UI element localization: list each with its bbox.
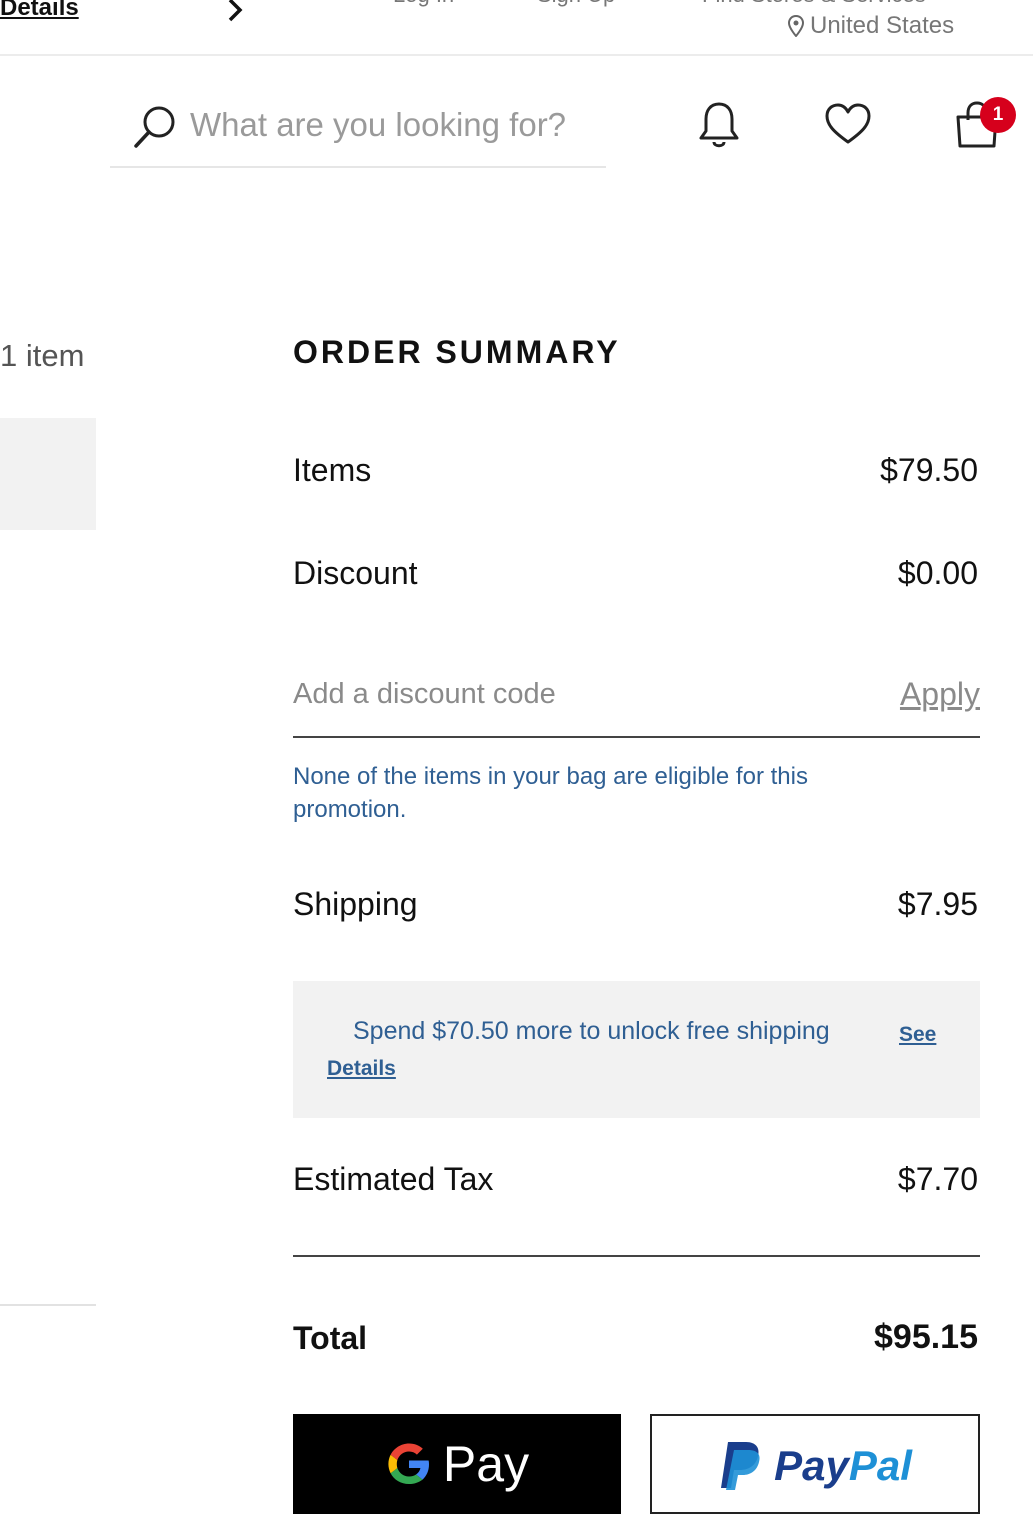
- discount-label: Discount: [293, 555, 418, 591]
- promo-ineligible-message: None of the items in your bag are eligib…: [293, 763, 808, 823]
- total-value: $95.15: [874, 1318, 978, 1356]
- details-link-2[interactable]: Details: [327, 1057, 396, 1081]
- free-shipping-banner: Spend $70.50 more to unlock free shippin…: [293, 981, 980, 1118]
- estimated-tax-label: Estimated Tax: [293, 1161, 494, 1197]
- top-utility-bar: Details Log In Sign Up Find Stores & Ser…: [0, 0, 1033, 56]
- apply-button[interactable]: Apply: [900, 676, 980, 713]
- paypal-button[interactable]: PayPal: [650, 1414, 980, 1514]
- wishlist-heart-icon[interactable]: [824, 102, 872, 151]
- bag-item-count: 1 item: [0, 338, 85, 373]
- google-pay-label: Pay: [442, 1436, 530, 1492]
- location-label: United States: [810, 12, 955, 39]
- shipping-value: $7.95: [897, 886, 978, 922]
- login-link[interactable]: Log In: [393, 0, 454, 8]
- free-shipping-message: Spend $70.50 more to unlock free shippin…: [353, 1017, 830, 1045]
- find-stores-link[interactable]: Find Stores & Services: [702, 0, 926, 8]
- notifications-bell-icon[interactable]: [696, 100, 742, 155]
- search-placeholder: What are you looking for?: [190, 106, 567, 143]
- paypal-label: PayPal: [774, 1438, 912, 1494]
- details-link[interactable]: Details: [0, 0, 79, 22]
- signup-link[interactable]: Sign Up: [537, 0, 615, 8]
- summary-divider: [293, 1255, 980, 1257]
- total-label: Total: [293, 1320, 368, 1356]
- product-thumbnail-placeholder: [0, 418, 96, 530]
- location-selector[interactable]: United States: [788, 12, 954, 40]
- paypal-label-pal: Pal: [848, 1442, 912, 1489]
- estimated-tax-value: $7.70: [897, 1161, 978, 1197]
- chevron-right-icon[interactable]: [226, 0, 246, 31]
- shipping-label: Shipping: [293, 886, 418, 922]
- see-details-link[interactable]: See: [899, 1023, 936, 1047]
- location-pin-icon: [788, 15, 804, 37]
- items-value: $79.50: [880, 452, 978, 488]
- paypal-logo-icon: [721, 1442, 760, 1490]
- discount-value: $0.00: [897, 555, 978, 591]
- cart-count-badge: 1: [980, 97, 1016, 133]
- discount-code-field[interactable]: Add a discount code Apply: [293, 672, 980, 738]
- google-g-icon: [388, 1443, 429, 1484]
- search-icon: [132, 104, 178, 155]
- divider: [0, 1304, 96, 1306]
- order-summary-title: ORDER SUMMARY: [293, 334, 621, 370]
- items-label: Items: [293, 452, 372, 488]
- search-input[interactable]: What are you looking for?: [110, 94, 606, 168]
- paypal-label-pay: Pay: [774, 1442, 849, 1489]
- google-pay-button[interactable]: Pay: [293, 1414, 621, 1514]
- discount-code-placeholder: Add a discount code: [293, 678, 556, 710]
